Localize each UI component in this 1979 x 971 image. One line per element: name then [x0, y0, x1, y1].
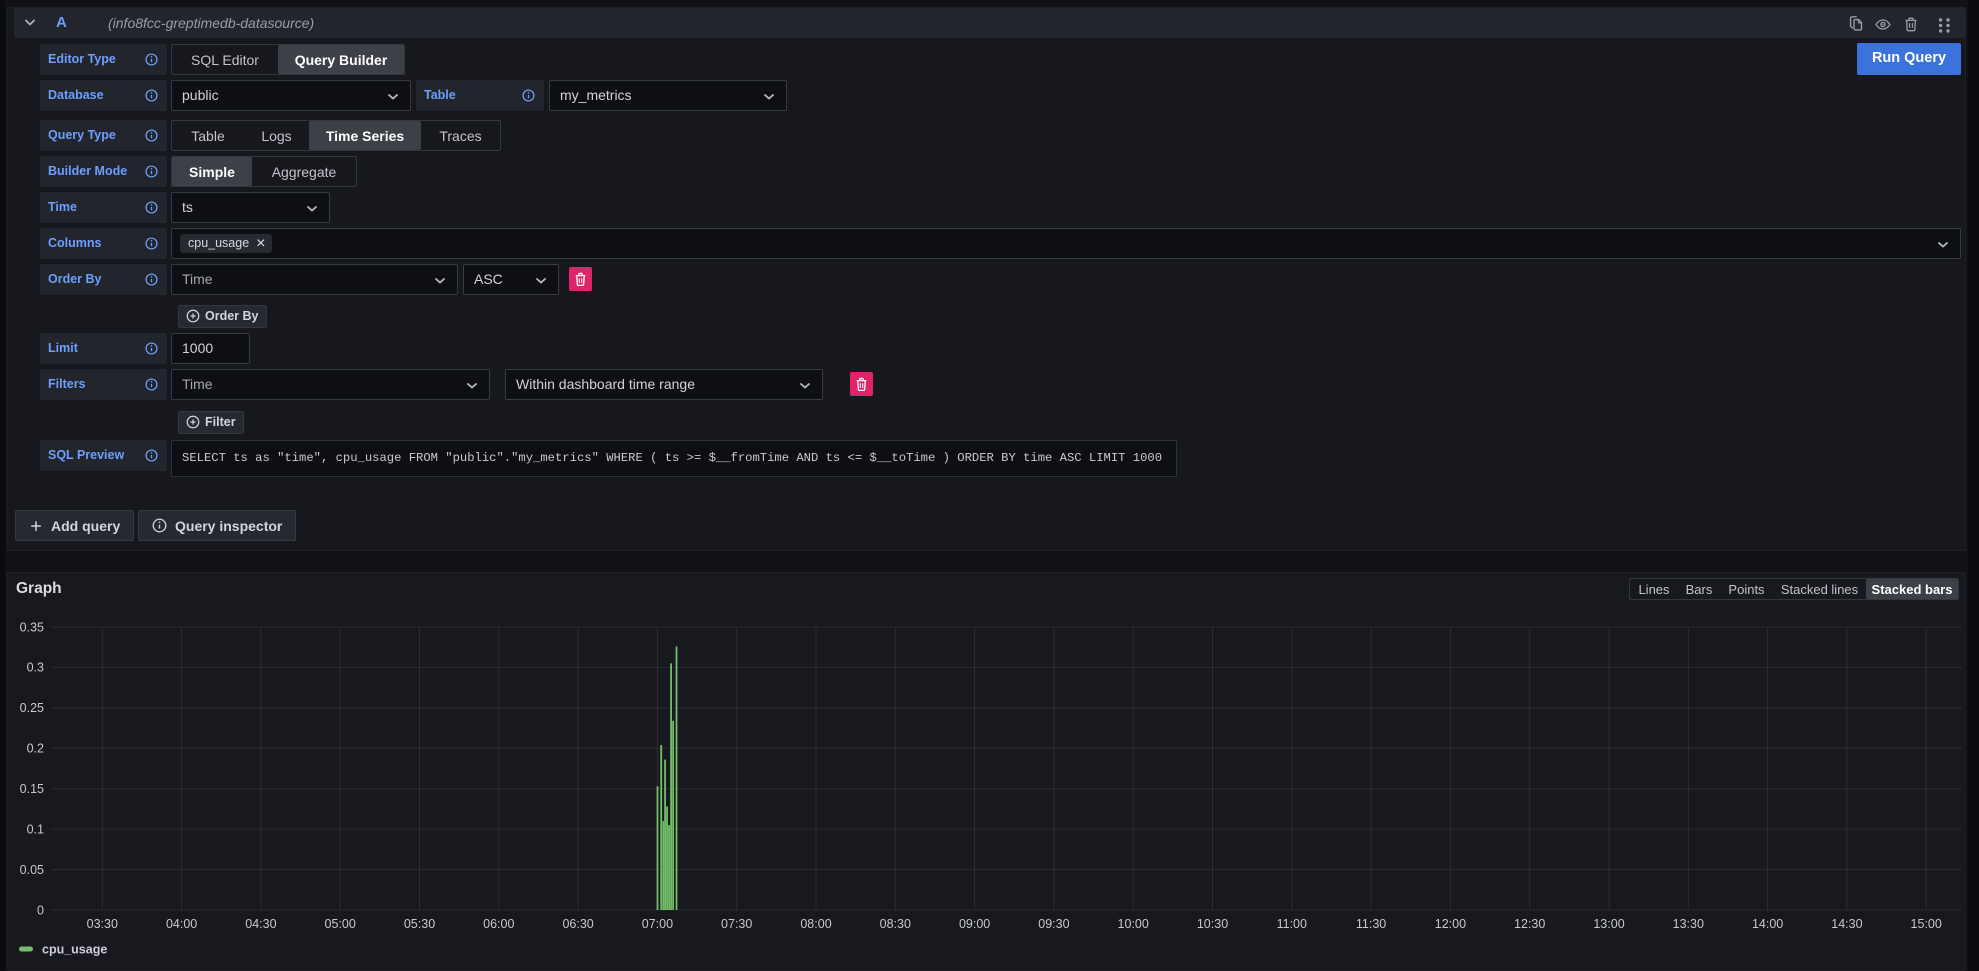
svg-text:0.15: 0.15 [20, 782, 44, 796]
svg-text:03:30: 03:30 [87, 917, 118, 931]
svg-text:0.05: 0.05 [20, 863, 44, 877]
svg-text:04:30: 04:30 [245, 917, 276, 931]
svg-text:08:00: 08:00 [800, 917, 831, 931]
svg-text:10:00: 10:00 [1118, 917, 1149, 931]
svg-text:12:00: 12:00 [1435, 917, 1466, 931]
svg-text:0.25: 0.25 [20, 701, 44, 715]
svg-text:06:30: 06:30 [562, 917, 593, 931]
svg-text:08:30: 08:30 [880, 917, 911, 931]
svg-text:05:30: 05:30 [404, 917, 435, 931]
svg-text:0.3: 0.3 [27, 661, 44, 675]
svg-text:0.2: 0.2 [27, 742, 44, 756]
svg-text:09:30: 09:30 [1038, 917, 1069, 931]
svg-text:13:30: 13:30 [1673, 917, 1704, 931]
svg-text:07:00: 07:00 [642, 917, 673, 931]
svg-text:14:00: 14:00 [1752, 917, 1783, 931]
svg-text:12:30: 12:30 [1514, 917, 1545, 931]
svg-text:11:00: 11:00 [1277, 917, 1307, 931]
svg-text:14:30: 14:30 [1831, 917, 1862, 931]
svg-text:0.1: 0.1 [27, 822, 44, 836]
svg-text:10:30: 10:30 [1197, 917, 1228, 931]
svg-text:11:30: 11:30 [1356, 917, 1386, 931]
svg-text:04:00: 04:00 [166, 917, 197, 931]
svg-text:13:00: 13:00 [1593, 917, 1624, 931]
svg-text:05:00: 05:00 [325, 917, 356, 931]
svg-text:0.35: 0.35 [20, 620, 44, 634]
svg-text:07:30: 07:30 [721, 917, 752, 931]
svg-text:cpu_usage: cpu_usage [42, 943, 107, 957]
svg-text:09:00: 09:00 [959, 917, 990, 931]
svg-text:0: 0 [37, 903, 44, 917]
svg-text:06:00: 06:00 [483, 917, 514, 931]
svg-text:15:00: 15:00 [1911, 917, 1942, 931]
